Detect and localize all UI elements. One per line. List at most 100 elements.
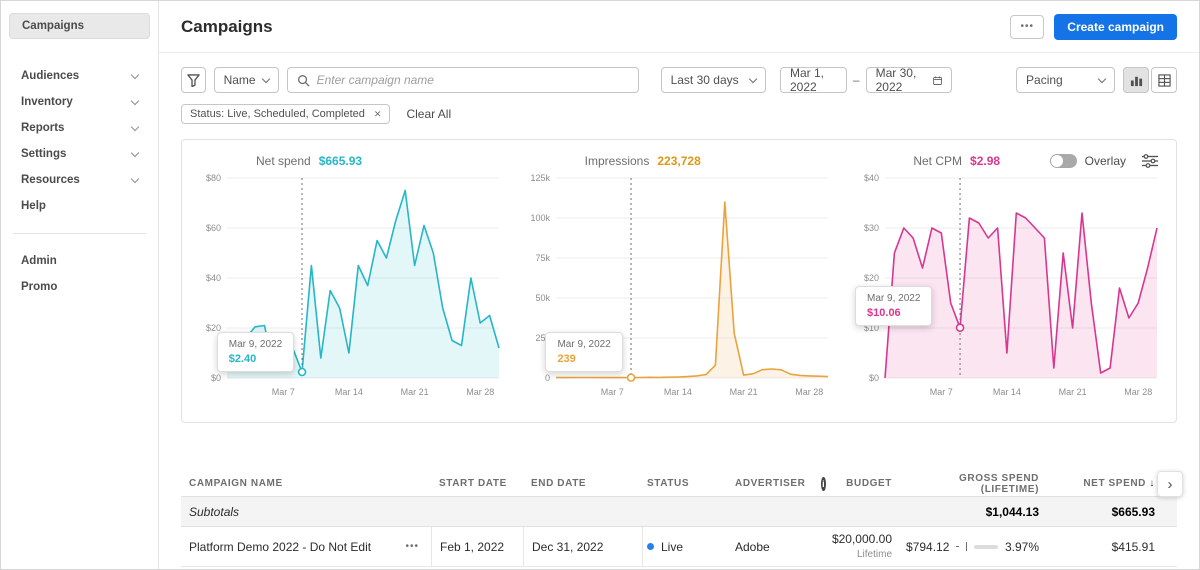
sidebar: Campaigns Audiences Inventory Reports Se… — [1, 1, 159, 569]
metrics-chart-card: Net spend $665.93 $0 $20 $40 $60 $80 Mar 7 Mar… — [181, 139, 1177, 423]
app-window: Campaigns Audiences Inventory Reports Se… — [0, 0, 1200, 570]
sidebar-item-label: Promo — [21, 281, 58, 293]
svg-text:Mar 14: Mar 14 — [664, 387, 692, 397]
sidebar-divider — [13, 233, 146, 234]
sidebar-item-resources[interactable]: Resources — [9, 167, 150, 193]
status-filter-tag[interactable]: Status: Live, Scheduled, Completed ✕ — [181, 104, 391, 124]
chevron-down-icon — [130, 122, 140, 131]
search-field-value: Name — [223, 73, 256, 87]
chart-view-icon — [1130, 76, 1142, 86]
end-date-input[interactable]: Mar 30, 2022 — [865, 66, 953, 94]
svg-text:75k: 75k — [535, 253, 550, 263]
sidebar-item-settings[interactable]: Settings — [9, 141, 150, 167]
campaign-name[interactable]: Platform Demo 2022 - Do Not Edit — [189, 540, 371, 554]
start-date-input[interactable]: Mar 1, 2022 — [780, 66, 847, 94]
gross-spend-cell: $794.12 3.97% — [906, 527, 1051, 566]
overlay-toggle[interactable]: Overlay — [1049, 154, 1126, 168]
col-header-gross-spend[interactable]: GROSS SPEND (LIFETIME) — [906, 473, 1051, 495]
campaign-search[interactable] — [286, 67, 639, 93]
svg-text:Mar 21: Mar 21 — [730, 387, 758, 397]
scroll-right-button[interactable]: › — [1157, 471, 1183, 497]
svg-text:Mar 14: Mar 14 — [335, 387, 363, 397]
search-input[interactable] — [316, 73, 629, 87]
chart-view-button[interactable] — [1123, 67, 1149, 93]
pacing-dash — [956, 545, 960, 548]
sidebar-item-reports[interactable]: Reports — [9, 115, 150, 141]
sidebar-item-promo[interactable]: Promo — [9, 274, 150, 300]
chart-total: $2.98 — [970, 154, 1001, 168]
impressions-plot[interactable]: 0 25k 50k 75k 100k 125k Mar 7 Mar 14 Mar 21 Mar 2… — [520, 170, 838, 402]
overlay-label: Overlay — [1084, 154, 1126, 168]
search-field-select[interactable]: Name — [213, 67, 279, 93]
pacing-select[interactable]: Pacing — [1016, 67, 1115, 93]
filter-button[interactable] — [181, 67, 206, 93]
pacing-handle[interactable] — [966, 542, 968, 551]
svg-text:125k: 125k — [530, 173, 550, 183]
create-campaign-button[interactable]: Create campaign — [1054, 13, 1177, 40]
campaign-name-cell: Platform Demo 2022 - Do Not Edit ••• — [181, 527, 431, 566]
chevron-right-icon: › — [1167, 475, 1173, 493]
row-more-button[interactable]: ••• — [405, 541, 419, 552]
chart-header: Impressions 223,728 — [585, 154, 701, 168]
net-spend-cell: $415.91 — [1111, 539, 1155, 554]
svg-text:$20: $20 — [864, 273, 879, 283]
chart-total: $665.93 — [318, 154, 363, 168]
chart-label: Net CPM — [913, 154, 963, 168]
page-title: Campaigns — [181, 16, 273, 36]
sidebar-item-label: Settings — [21, 148, 67, 160]
gross-spend-value: $794.12 — [906, 539, 950, 554]
svg-text:$40: $40 — [206, 273, 221, 283]
date-preset-value: Last 30 days — [670, 73, 739, 87]
net-spend-plot[interactable]: $0 $20 $40 $60 $80 Mar 7 Mar 14 Mar 21 Mar 28 Mar… — [191, 170, 509, 402]
svg-text:100k: 100k — [530, 213, 550, 223]
net-cpm-plot[interactable]: $0 $10 $20 $30 $40 Mar 7 Mar 14 Mar 21 Mar 28 Mar… — [849, 170, 1167, 402]
sidebar-item-admin[interactable]: Admin — [9, 248, 150, 274]
table-row[interactable]: Platform Demo 2022 - Do Not Edit ••• Feb… — [181, 527, 1177, 567]
col-header-end-date[interactable]: END DATE — [523, 478, 643, 489]
chart-total: 223,728 — [657, 154, 701, 168]
svg-text:Mar 7: Mar 7 — [272, 387, 295, 397]
clear-all-link[interactable]: Clear All — [406, 107, 451, 121]
status-badge: Live — [661, 539, 684, 554]
header-more-button[interactable]: ••• — [1010, 14, 1045, 39]
sidebar-item-inventory[interactable]: Inventory — [9, 89, 150, 115]
date-range-picker: Mar 1, 2022 – Mar 30, 2022 — [780, 66, 953, 94]
sidebar-item-label: Audiences — [21, 70, 80, 82]
advertiser-cell: Adobe — [735, 539, 770, 554]
svg-text:$60: $60 — [206, 223, 221, 233]
subtotals-row: Subtotals $1,044.13 $665.93 — [181, 497, 1177, 527]
end-date-cell[interactable]: Dec 31, 2022 — [523, 527, 643, 566]
chevron-down-icon — [1097, 74, 1107, 83]
sidebar-item-help[interactable]: Help — [9, 193, 150, 219]
table-view-icon — [1157, 73, 1171, 87]
filter-icon — [187, 73, 200, 87]
net-cpm-chart: Net CPM $2.98 $0 $10 $20 $30 $40 Mar 7 Mar 14 M… — [843, 148, 1172, 418]
svg-text:$40: $40 — [864, 173, 879, 183]
start-date-cell[interactable]: Feb 1, 2022 — [431, 527, 523, 566]
pacing-bar[interactable] — [974, 544, 998, 549]
page-header: Campaigns ••• Create campaign — [159, 1, 1199, 53]
chart-label: Impressions — [584, 154, 650, 168]
col-header-status[interactable]: STATUS — [643, 478, 731, 489]
col-header-start-date[interactable]: START DATE — [431, 478, 523, 489]
pacing-value: Pacing — [1026, 73, 1063, 87]
toggle-off-icon — [1049, 154, 1077, 168]
calendar-icon — [933, 76, 942, 85]
subtotal-net-spend: $665.93 — [1111, 504, 1155, 519]
col-header-budget[interactable]: BUDGET — [826, 478, 906, 489]
sidebar-item-audiences[interactable]: Audiences — [9, 63, 150, 89]
chevron-down-icon — [748, 74, 758, 83]
chevron-down-icon — [130, 96, 140, 105]
chevron-down-icon — [130, 148, 140, 157]
col-header-campaign-name[interactable]: CAMPAIGN NAME — [181, 478, 431, 489]
close-icon[interactable]: ✕ — [374, 109, 382, 120]
sidebar-item-label: Campaigns — [22, 20, 84, 32]
chart-settings-icon[interactable] — [1142, 154, 1158, 168]
date-preset-select[interactable]: Last 30 days — [660, 67, 766, 93]
chevron-down-icon — [261, 74, 270, 83]
chevron-down-icon — [130, 174, 140, 183]
sidebar-item-campaigns[interactable]: Campaigns — [9, 13, 150, 39]
col-header-advertiser[interactable]: ADVERTISER i — [731, 476, 826, 491]
table-view-button[interactable] — [1151, 67, 1177, 93]
chart-controls: Overlay — [1049, 154, 1158, 168]
